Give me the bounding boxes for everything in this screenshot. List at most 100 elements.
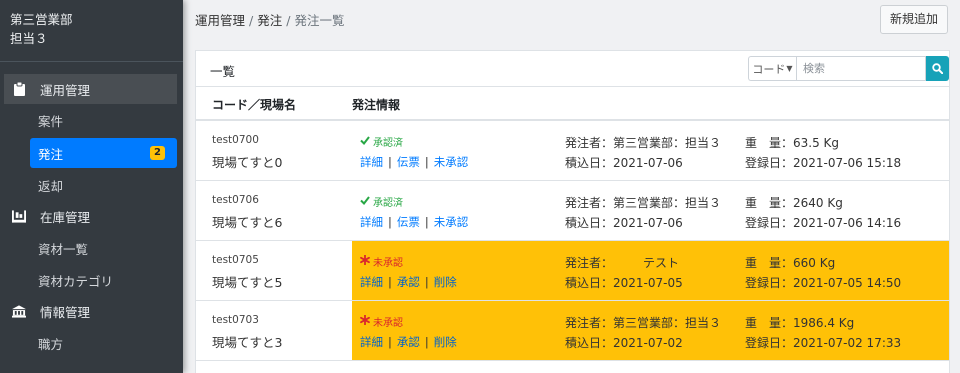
breadcrumb-separator: / — [249, 13, 254, 28]
sidebar-section-inventory[interactable]: 在庫管理 — [4, 201, 177, 231]
link-separator: | — [424, 215, 429, 229]
column-header-code: コード／現場名 — [212, 98, 297, 112]
sidebar-item-projects[interactable]: 案件 — [34, 105, 177, 135]
status-badge: 承認済 — [360, 194, 403, 209]
table-body: test0700 現場てすと0 承認済 詳細 | 伝票 | 未承認 発注者：第三営業部：… — [196, 121, 949, 361]
site-name: 現場てすと6 — [212, 215, 283, 230]
orders-count-badge: 2 — [150, 146, 165, 160]
code-cell: test0700 現場てすと0 — [196, 121, 352, 180]
status-text: 未承認 — [373, 318, 403, 329]
link-separator: | — [388, 155, 392, 169]
sidebar-section-label: 運用管理 — [40, 82, 91, 98]
status-text: 承認済 — [373, 198, 403, 209]
search-field-select[interactable]: コード ▼ — [748, 56, 796, 81]
order-code: test0705 — [212, 254, 259, 266]
link-separator: | — [424, 275, 429, 289]
user-department: 第三営業部 — [10, 12, 73, 27]
sidebar-section-label: 情報管理 — [40, 304, 91, 320]
search-group: コード ▼ — [748, 56, 949, 81]
sidebar-section-label: 在庫管理 — [40, 209, 91, 225]
orderer: 発注者：第三営業部：担当３ — [565, 136, 722, 150]
card-header: 一覧 コード ▼ — [196, 51, 949, 87]
detail-link[interactable]: 詳細 — [360, 155, 383, 169]
registered-date: 登録日：2021-07-06 15:18 — [745, 156, 902, 170]
status-text: 未承認 — [373, 258, 403, 269]
sidebar-item-craftsmen[interactable]: 職方 — [34, 328, 177, 358]
main-content: 運用管理/発注/発注一覧 新規追加 一覧 コード ▼ コード／現場名 発注情報 … — [183, 0, 960, 373]
approve-link[interactable]: 承認 — [397, 275, 420, 289]
sidebar-item-orders[interactable]: 発注 2 — [30, 138, 177, 168]
order-code: test0700 — [212, 134, 259, 146]
search-input[interactable] — [796, 56, 926, 81]
table-row-test0703: test0703 現場てすと3 未承認 詳細 | 承認 | 削除 発注者：第三営業部：担… — [196, 301, 949, 361]
sidebar-item-label: 発注 — [38, 146, 64, 162]
unapprove-link[interactable]: 未承認 — [434, 215, 469, 229]
code-cell: test0706 現場てすと6 — [196, 181, 352, 240]
code-cell: test0703 現場てすと3 — [196, 301, 352, 360]
sidebar-item-materials[interactable]: 資材一覧 — [34, 233, 177, 263]
search-field-value: コード — [752, 62, 786, 76]
building-icon — [12, 304, 26, 318]
site-name: 現場てすと0 — [212, 155, 283, 170]
order-code: test0703 — [212, 314, 259, 326]
sidebar-section-operations[interactable]: 運用管理 — [4, 74, 177, 104]
sidebar-item-returns[interactable]: 返却 — [34, 170, 177, 200]
weight: 重 量：1986.4 Kg — [745, 316, 855, 330]
link-separator: | — [388, 215, 392, 229]
order-stats: 重 量：660 Kg 登録日：2021-07-05 14:50 — [745, 253, 901, 293]
order-code: test0706 — [212, 194, 259, 206]
breadcrumb: 運用管理 / 発注 / 発注一覧 — [195, 10, 344, 29]
breadcrumb-orders[interactable]: 発注 — [257, 13, 282, 28]
site-name: 現場てすと3 — [212, 335, 283, 350]
orderer: 発注者：第三営業部：担当３ — [565, 316, 722, 330]
order-meta: 発注者：第三営業部：担当３ 積込日：2021-07-02 — [565, 313, 721, 353]
order-info-cell: 承認済 詳細 | 伝票 | 未承認 発注者：第三営業部：担当３ 積込日：2021-07-… — [352, 121, 949, 180]
delete-link[interactable]: 削除 — [434, 335, 457, 349]
order-meta: 発注者： テスト 積込日：2021-07-05 — [565, 253, 683, 293]
order-info-cell: 未承認 詳細 | 承認 | 削除 発注者：第三営業部：担当３ 積込日：2021-07-0… — [352, 301, 949, 360]
card-title: 一覧 — [210, 64, 236, 79]
search-button[interactable] — [926, 56, 949, 81]
order-stats: 重 量：1986.4 Kg 登録日：2021-07-02 17:33 — [745, 313, 901, 353]
status-badge: 未承認 — [360, 314, 403, 329]
unapprove-link[interactable]: 未承認 — [434, 155, 469, 169]
user-info: 第三営業部 担当３ — [0, 0, 183, 62]
link-separator: | — [424, 335, 429, 349]
slip-link[interactable]: 伝票 — [397, 155, 420, 169]
order-meta: 発注者：第三営業部：担当３ 積込日：2021-07-06 — [565, 133, 721, 173]
load-date: 積込日：2021-07-05 — [565, 276, 683, 290]
sidebar-section-information[interactable]: 情報管理 — [4, 296, 177, 326]
detail-link[interactable]: 詳細 — [360, 335, 383, 349]
detail-link[interactable]: 詳細 — [360, 215, 383, 229]
clipboard-icon — [12, 82, 26, 96]
table-row-test0700: test0700 現場てすと0 承認済 詳細 | 伝票 | 未承認 発注者：第三営業部：… — [196, 121, 949, 181]
sidebar-item-material-categories[interactable]: 資材カテゴリ — [34, 265, 177, 295]
orderer: 発注者： テスト — [565, 256, 680, 270]
asterisk-icon — [360, 254, 370, 268]
sidebar-item-label: 返却 — [38, 178, 64, 194]
order-list-card: 一覧 コード ▼ コード／現場名 発注情報 test0700 現場てすと0 — [195, 50, 950, 373]
breadcrumb-operations[interactable]: 運用管理 — [195, 13, 245, 28]
sidebar-item-label: 資材一覧 — [38, 241, 89, 257]
orderer: 発注者：第三営業部：担当３ — [565, 196, 722, 210]
status-badge: 未承認 — [360, 254, 403, 269]
weight: 重 量：660 Kg — [745, 256, 836, 270]
breadcrumb-current: 発注一覧 — [294, 13, 345, 28]
asterisk-icon — [360, 314, 370, 328]
link-separator: | — [388, 335, 392, 349]
row-actions: 詳細 | 伝票 | 未承認 — [360, 214, 468, 230]
detail-link[interactable]: 詳細 — [360, 275, 383, 289]
row-actions: 詳細 | 伝票 | 未承認 — [360, 154, 468, 170]
table-header: コード／現場名 発注情報 — [196, 87, 949, 121]
delete-link[interactable]: 削除 — [434, 275, 457, 289]
approve-link[interactable]: 承認 — [397, 335, 420, 349]
pallet-icon — [12, 209, 26, 223]
add-new-button[interactable]: 新規追加 — [879, 5, 948, 34]
table-row-test0705: test0705 現場てすと5 未承認 詳細 | 承認 | 削除 発注者： テスト 積込… — [196, 241, 949, 301]
user-name: 担当３ — [10, 31, 48, 46]
table-row-test0706: test0706 現場てすと6 承認済 詳細 | 伝票 | 未承認 発注者：第三営業部：… — [196, 181, 949, 241]
weight: 重 量：2640 Kg — [745, 196, 843, 210]
slip-link[interactable]: 伝票 — [397, 215, 420, 229]
check-icon — [360, 195, 370, 208]
load-date: 積込日：2021-07-02 — [565, 336, 683, 350]
